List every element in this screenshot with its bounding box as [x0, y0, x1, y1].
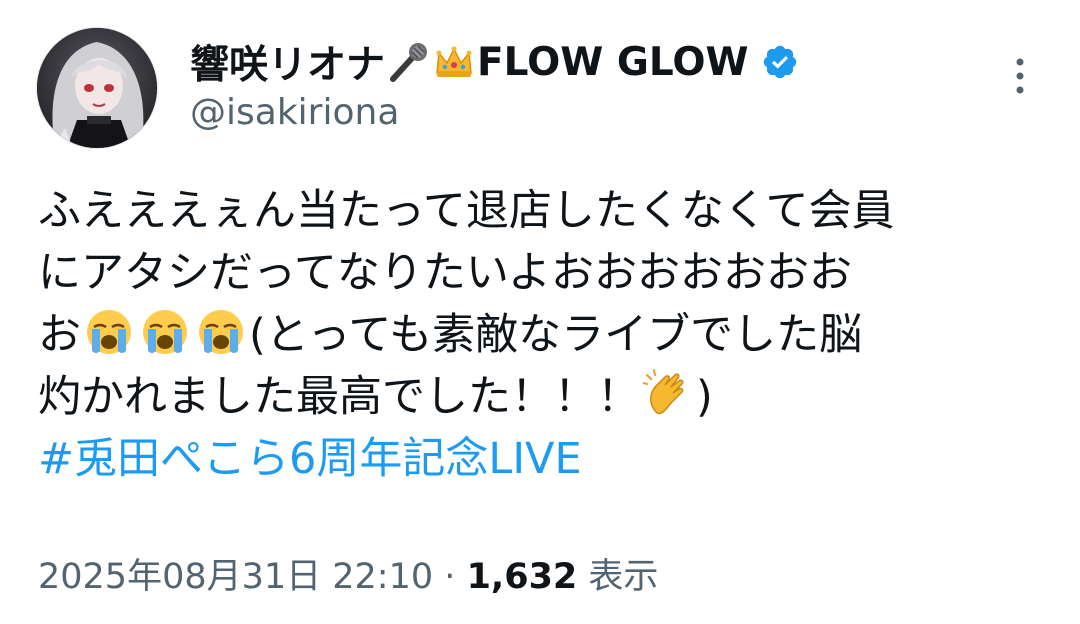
more-options-button[interactable] [1006, 56, 1034, 96]
tweet-timestamp[interactable]: 2025年08月31日 22:10 [38, 557, 433, 597]
author-name-suffix: FLOW GLOW [477, 39, 749, 85]
tweet-text-line: 灼かれました最高でした！！！) [38, 366, 1038, 428]
verified-badge-icon[interactable] [761, 43, 799, 81]
author-handle[interactable]: @isakiriona [190, 92, 399, 133]
clapping-hands-icon [642, 369, 693, 419]
avatar[interactable] [36, 27, 158, 149]
loudly-crying-face-icon [84, 307, 134, 357]
tweet-text-segment: にアタシだってなりたいよおおおおおおお [38, 248, 852, 298]
author-name-row[interactable]: 響咲リオナ FLOW GLOW [190, 38, 799, 88]
microphone-icon [387, 41, 429, 83]
tweet-text-line: お (とっても素敵なライブでした脳 [38, 304, 1038, 366]
avatar-image [37, 28, 157, 148]
tweet-card: 響咲リオナ FLOW GLOW @isakiriona ふえええぇん当たって退店… [0, 0, 1080, 624]
tweet-text-segment: ふえええぇん当たって退店したくなくて会員 [38, 186, 895, 236]
tweet-text: ふえええぇん当たって退店したくなくて会員 にアタシだってなりたいよおおおおおおお… [38, 180, 1038, 490]
author-display-name: 響咲リオナ [190, 43, 386, 88]
more-vertical-icon [1016, 58, 1024, 94]
tweet-text-segment: ) [696, 372, 713, 422]
tweet-text-segment: 灼かれました最高でした！！！ [38, 372, 640, 422]
meta-separator: · [444, 557, 456, 597]
views-count: 1,632 [466, 557, 578, 597]
tweet-text-segment: お [38, 310, 81, 360]
hashtag-link[interactable]: #兎田ぺこら6周年記念LIVE [38, 434, 582, 484]
crown-icon [433, 41, 475, 83]
loudly-crying-face-icon [140, 307, 190, 357]
tweet-text-line: にアタシだってなりたいよおおおおおおお [38, 242, 1038, 304]
loudly-crying-face-icon [196, 307, 246, 357]
tweet-text-segment: (とっても素敵なライブでした脳 [249, 310, 863, 360]
tweet-hashtag-line: #兎田ぺこら6周年記念LIVE [38, 428, 1038, 490]
tweet-text-line: ふえええぇん当たって退店したくなくて会員 [38, 180, 1038, 242]
views-label: 表示 [588, 557, 659, 597]
tweet-meta: 2025年08月31日 22:10 · 1,632 表示 [38, 548, 658, 599]
